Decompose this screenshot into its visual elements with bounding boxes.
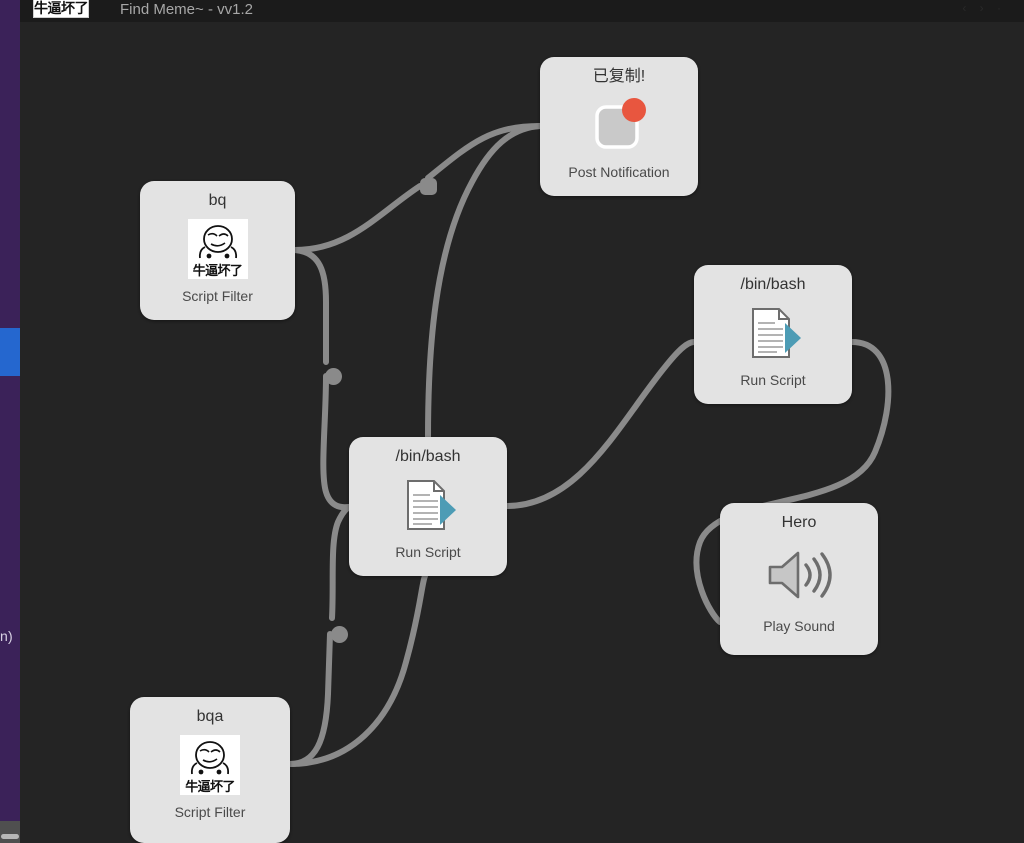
- node-post-notification-subtitle: Post Notification: [568, 164, 670, 180]
- speaker-icon: [762, 539, 836, 611]
- wire-knob-middle[interactable]: [325, 368, 342, 385]
- node-bqa[interactable]: bqa 牛逼坏了 Script Filter: [130, 697, 290, 843]
- wire-center-to-notification: [425, 123, 543, 440]
- play-triangle-icon: [440, 495, 456, 525]
- notification-badge-icon: [622, 98, 646, 122]
- run-script-icon: [396, 473, 460, 537]
- node-play-sound-title: Hero: [781, 514, 817, 531]
- play-triangle-icon: [785, 323, 801, 353]
- wire-knob-bottom[interactable]: [331, 626, 348, 643]
- node-bqa-title: bqa: [196, 708, 224, 725]
- wire-bqa-up-a: [287, 631, 333, 767]
- meme-app-icon-text: 牛逼坏了: [34, 0, 88, 16]
- meme-icon-text: 牛逼坏了: [192, 263, 243, 278]
- wire-bq-to-notification-a: [292, 183, 423, 253]
- node-run-script-right[interactable]: /bin/bash Run Script: [694, 265, 852, 404]
- wire-bq-down-a: [292, 247, 329, 365]
- node-bq-title: bq: [208, 192, 227, 209]
- wire-bqa-to-center-bottom: [287, 573, 428, 767]
- node-run-script-center-subtitle: Run Script: [395, 544, 461, 560]
- sidebar-selected-item[interactable]: [0, 328, 20, 376]
- sidebar-horizontal-scrollbar[interactable]: [0, 821, 20, 843]
- sidebar[interactable]: n): [0, 0, 20, 843]
- wire-knob-top[interactable]: [420, 178, 437, 195]
- node-post-notification-title: 已复制!: [592, 68, 646, 85]
- workflow-canvas[interactable]: bq 牛逼坏了 Script Filter 已复制! Post Notifica…: [20, 22, 1024, 843]
- wire-center-to-right-run-script: [504, 339, 697, 509]
- meme-face-icon: [190, 741, 230, 775]
- wire-bq-to-notification-b: [425, 123, 543, 181]
- title-bar[interactable]: 牛逼坏了 Find Meme~ - vv1.2 ‹ › ·: [20, 0, 1024, 22]
- meme-face-icon: [198, 225, 237, 259]
- node-play-sound[interactable]: Hero Play Sound: [720, 503, 878, 655]
- meme-app-icon: 牛逼坏了: [33, 0, 89, 18]
- scrollbar-thumb[interactable]: [1, 834, 19, 839]
- meme-icon: 牛逼坏了: [178, 733, 242, 797]
- sidebar-clipped-label: n): [0, 628, 13, 644]
- window-controls[interactable]: ‹ › ·: [962, 1, 1006, 15]
- meme-icon: 牛逼坏了: [186, 217, 250, 281]
- node-bq-subtitle: Script Filter: [182, 288, 253, 304]
- run-script-icon: [741, 301, 805, 365]
- alfred-workflow-window: n) 牛逼坏了 Find Meme~ - vv1.2 ‹ › · bq 牛逼坏了…: [0, 0, 1024, 843]
- node-bq[interactable]: bq 牛逼坏了 Script Filter: [140, 181, 295, 320]
- node-post-notification[interactable]: 已复制! Post Notification: [540, 57, 698, 196]
- node-run-script-right-title: /bin/bash: [740, 276, 806, 293]
- notification-icon: [587, 93, 651, 157]
- node-run-script-right-subtitle: Run Script: [740, 372, 806, 388]
- window-title: Find Meme~ - vv1.2: [120, 1, 253, 18]
- node-run-script-center-title: /bin/bash: [395, 448, 461, 465]
- node-run-script-center[interactable]: /bin/bash Run Script: [349, 437, 507, 576]
- meme-icon-text: 牛逼坏了: [185, 779, 235, 794]
- node-bqa-subtitle: Script Filter: [174, 804, 246, 820]
- node-play-sound-subtitle: Play Sound: [763, 618, 835, 634]
